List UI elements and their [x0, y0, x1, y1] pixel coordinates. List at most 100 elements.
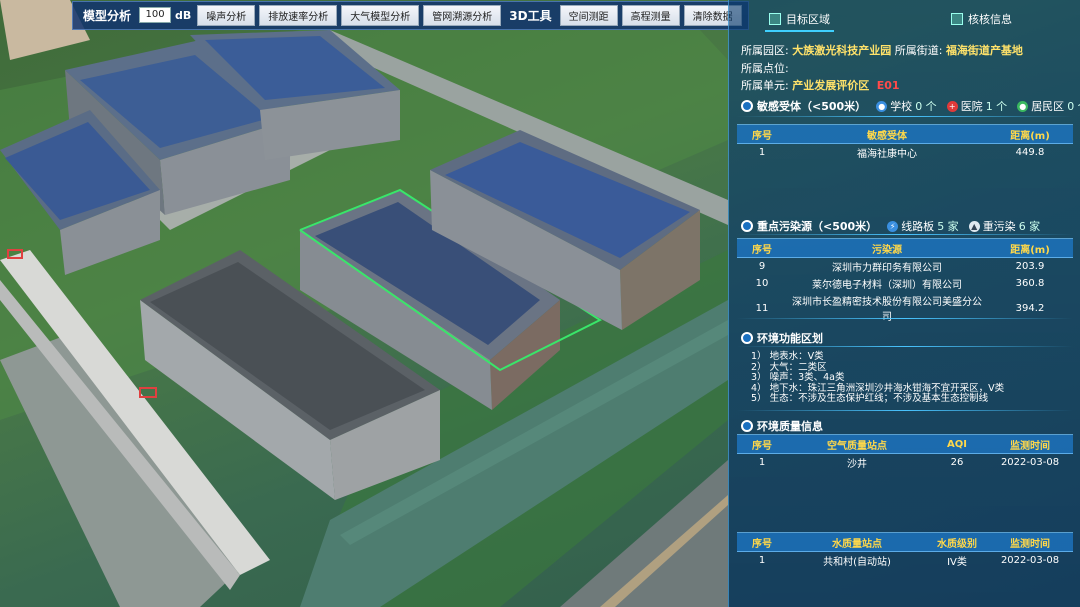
top-toolbar: 模型分析 100 dB 噪声分析 排放速率分析 大气模型分析 管网溯源分析 3D… — [72, 0, 749, 30]
noise-analysis-button[interactable]: 噪声分析 — [197, 4, 256, 26]
school-icon: ● — [876, 100, 888, 112]
divider — [737, 410, 1073, 411]
table-cell: 深圳市力群印务有限公司 — [832, 263, 942, 274]
env-function-heading: 环境功能区划 — [741, 330, 823, 346]
school-chip[interactable]: ● 学校 0 个 — [876, 98, 937, 114]
table-cell: 2022-03-08 — [1000, 555, 1060, 566]
col-header: 污染源 — [787, 238, 987, 258]
list-item: 1） 地表水：V类 — [751, 351, 824, 362]
table-cell: 9 — [758, 261, 766, 272]
pipe-network-tracing-button[interactable]: 管网溯源分析 — [423, 4, 502, 26]
table-header-row: 序号 污染源 距离(m) — [737, 238, 1073, 258]
divider — [737, 116, 1073, 117]
panel-tabs: 目标区域 核核信息 — [729, 8, 1080, 32]
section-bullet-icon — [741, 420, 753, 432]
street-extra: 产基地 — [989, 44, 1023, 57]
table-row[interactable]: 1 沙井 26 2022-03-08 — [737, 454, 1073, 472]
unit-row: 所属单元: 产业发展评价区 E01 — [741, 77, 900, 93]
env-quality-heading: 环境质量信息 — [741, 418, 823, 434]
sensitive-receptors-table: 序号 敏感受体 距离(m) 1 福海社康中心 449.8 — [737, 124, 1073, 161]
table-cell: 莱尔德电子材料（深圳）有限公司 — [812, 280, 962, 291]
heavy-pollution-chip[interactable]: ▲ 重污染 6 家 — [968, 218, 1041, 234]
col-header: 序号 — [737, 124, 787, 144]
table-row[interactable]: 1 共和村(自动站) IV类 2022-03-08 — [737, 552, 1073, 570]
street-label: 所属街道: — [894, 44, 943, 57]
heavy-pollution-count: 6 家 — [1018, 220, 1041, 233]
emission-rate-analysis-button[interactable]: 排放速率分析 — [259, 4, 338, 26]
table-cell: 203.9 — [1015, 261, 1045, 272]
list-item: 5） 生态：不涉及生态保护红线；不涉及基本生态控制线 — [751, 393, 989, 404]
table-cell: 共和村(自动站) — [823, 557, 891, 568]
col-header: 距离(m) — [987, 124, 1073, 144]
3d-tools-title: 3D工具 — [509, 8, 552, 23]
env-quality-heading-text: 环境质量信息 — [757, 420, 823, 433]
heavy-pollution-icon: ▲ — [968, 220, 980, 232]
table-cell: 26 — [950, 457, 964, 468]
env-function-heading-text: 环境功能区划 — [757, 332, 823, 345]
core-info-icon — [951, 13, 963, 25]
point-label: 所属点位: — [741, 62, 789, 75]
distance-measure-button[interactable]: 空间测距 — [559, 4, 618, 26]
tab-core-info[interactable]: 核核信息 — [951, 8, 1012, 30]
water-quality-table: 序号 水质量站点 水质级别 监测时间 1 共和村(自动站) IV类 2022-0… — [737, 532, 1073, 569]
table-cell: 深圳市长盈精密技术股份有限公司美盛分公司 — [792, 297, 982, 323]
table-row[interactable]: 11 深圳市长盈精密技术股份有限公司美盛分公司 394.2 — [737, 292, 1073, 324]
pollution-sources-table: 序号 污染源 距离(m) 9 深圳市力群印务有限公司 203.9 10 莱尔德电… — [737, 238, 1073, 324]
table-cell: 11 — [755, 302, 769, 314]
divider — [737, 318, 1073, 319]
circuit-board-count: 5 家 — [937, 220, 959, 233]
table-cell: 360.8 — [1015, 278, 1045, 289]
table-row[interactable]: 1 福海社康中心 449.8 — [737, 144, 1073, 162]
col-header: 水质量站点 — [787, 532, 927, 552]
info-panel: 目标区域 核核信息 所属园区: 大族激光科技产业园 所属街道: 福海街道产基地 … — [728, 0, 1080, 607]
table-cell: 福海社康中心 — [857, 149, 917, 160]
col-header: 序号 — [737, 238, 787, 258]
list-item: 3） 噪声：3类、4a类 — [751, 372, 845, 383]
point-row: 所属点位: — [741, 60, 789, 76]
tab-target-area[interactable]: 目标区域 — [765, 8, 834, 32]
sensitive-heading-text: 敏感受体（<500米） — [757, 100, 867, 113]
hospital-count: 1 个 — [985, 100, 1008, 113]
table-cell: 沙井 — [847, 459, 867, 470]
table-cell: 394.2 — [1015, 302, 1045, 314]
target-area-icon — [769, 13, 781, 25]
sensitive-receptors-heading: 敏感受体（<500米） ● 学校 0 个 + 医院 1 个 ● 居民区 0 个 — [741, 98, 1080, 114]
heavy-pollution-label: 重污染 — [982, 220, 1016, 233]
table-cell: 1 — [758, 147, 766, 158]
table-row[interactable]: 10 莱尔德电子材料（深圳）有限公司 360.8 — [737, 275, 1073, 292]
col-header: 序号 — [737, 532, 787, 552]
divider — [737, 346, 1073, 347]
circuit-board-icon: ⚡ — [887, 220, 899, 232]
residential-icon: ● — [1017, 100, 1029, 112]
table-row[interactable]: 9 深圳市力群印务有限公司 203.9 — [737, 258, 1073, 276]
residential-chip[interactable]: ● 居民区 0 个 — [1017, 98, 1080, 114]
table-header-row: 序号 空气质量站点 AQI 监测时间 — [737, 434, 1073, 454]
hospital-chip[interactable]: + 医院 1 个 — [946, 98, 1008, 114]
col-header: 距离(m) — [987, 238, 1073, 258]
db-value-input[interactable]: 100 — [139, 7, 172, 23]
unit-label: 所属单元: — [741, 79, 789, 92]
table-cell: 10 — [755, 278, 769, 289]
col-header: 空气质量站点 — [787, 434, 927, 454]
tab-target-area-label: 目标区域 — [786, 13, 830, 26]
env-function-list: 1） 地表水：V类 2） 大气：二类区 3） 噪声：3类、4a类 4） 地下水：… — [751, 351, 1004, 405]
col-header: 监测时间 — [987, 532, 1073, 552]
hospital-icon: + — [946, 100, 958, 112]
elevation-measure-button[interactable]: 高程测量 — [621, 4, 680, 26]
col-header: 监测时间 — [987, 434, 1073, 454]
circuit-board-chip[interactable]: ⚡ 线路板 5 家 — [887, 218, 959, 234]
tab-core-info-label: 核核信息 — [968, 13, 1012, 26]
pollution-heading-text: 重点污染源（<500米） — [757, 220, 878, 233]
model-analysis-title: 模型分析 — [83, 8, 132, 23]
col-header: 水质级别 — [927, 532, 987, 552]
circuit-board-label: 线路板 — [901, 220, 935, 233]
section-bullet-icon — [741, 332, 753, 344]
park-value: 大族激光科技产业园 — [792, 44, 892, 57]
park-row: 所属园区: 大族激光科技产业园 所属街道: 福海街道产基地 — [741, 42, 1023, 58]
table-cell: IV类 — [947, 557, 967, 568]
air-model-analysis-button[interactable]: 大气模型分析 — [341, 4, 420, 26]
db-unit-label: dB — [175, 8, 192, 22]
park-label: 所属园区: — [741, 44, 789, 57]
col-header: AQI — [927, 434, 987, 454]
table-header-row: 序号 敏感受体 距离(m) — [737, 124, 1073, 144]
